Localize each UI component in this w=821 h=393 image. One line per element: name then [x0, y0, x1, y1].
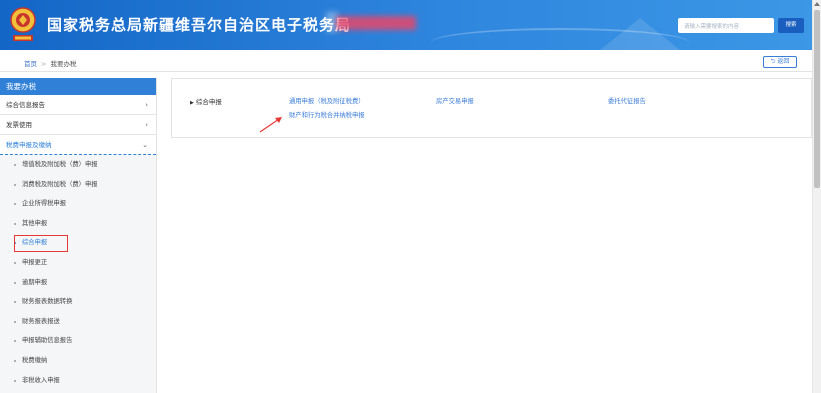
link-entrusted-collection-report[interactable]: 委托代征报告 [608, 96, 646, 105]
bullet-icon [14, 301, 16, 304]
site-title: 国家税务总局新疆维吾尔自治区电子税务局 [47, 16, 352, 34]
sidebar-subitem[interactable]: 申报更正 [0, 252, 156, 273]
chevron-down-icon: ⌄ [142, 141, 148, 149]
sidebar-subitem-label: 财务报表数据转换 [22, 298, 73, 306]
sidebar-subitem-label: 财务报表报送 [22, 317, 60, 325]
breadcrumb-bar: 首页 > 我要办税 [0, 52, 812, 72]
back-button[interactable]: ⮌ 返回 [763, 56, 797, 68]
search-button[interactable]: 搜索 [778, 18, 804, 33]
scrollbar-thumb[interactable] [814, 10, 820, 188]
link-property-behavior-tax[interactable]: 财产和行为税合并纳税申报 [289, 110, 365, 119]
category-label: ▶ 综合申报 [190, 96, 222, 106]
sidebar-subitem-label: 非税收入申报 [22, 376, 60, 384]
bullet-icon [14, 164, 16, 166]
sidebar-subitem-label: 税费缴纳 [22, 356, 48, 364]
sidebar-subitem[interactable]: 逾期申报 [0, 272, 156, 293]
scroll-up-icon[interactable] [814, 2, 820, 6]
sidebar-header: 我要办税 [0, 78, 156, 95]
bullet-icon [14, 183, 16, 186]
sidebar-item-tax-declaration[interactable]: 税费申报及缴纳 ⌄ [0, 135, 156, 155]
bullet-icon [14, 261, 16, 264]
sidebar-item-info-report[interactable]: 综合信息报告 › [0, 95, 156, 115]
sidebar-subitem-label: 企业所得税申报 [22, 200, 67, 208]
tax-emblem-icon [10, 7, 36, 41]
scrollbar[interactable] [812, 0, 821, 393]
sidebar-subitem[interactable]: 消费税及附加税（费）申报 [0, 174, 156, 195]
sidebar-subitem[interactable]: 企业所得税申报 [0, 194, 156, 214]
bullet-icon [14, 281, 16, 284]
sidebar-item-label: 发票使用 [6, 121, 32, 129]
category-text: 综合申报 [195, 98, 222, 106]
back-icon: ⮌ [770, 58, 776, 65]
sidebar-subitem-label: 其他申报 [22, 219, 48, 227]
breadcrumb-current: 我要办税 [50, 60, 77, 68]
sidebar-subitem[interactable]: 财务报表数据转换 [0, 292, 156, 312]
search-input[interactable]: 请输入需要搜索的内容 [678, 18, 774, 33]
sidebar-subitem-label: 逾期申报 [22, 278, 48, 286]
highlight-annotation-box [14, 235, 68, 252]
triangle-right-icon: ▶ [190, 100, 194, 106]
bullet-icon [14, 203, 16, 206]
breadcrumb: 首页 > 我要办税 [24, 58, 76, 68]
link-property-transaction[interactable]: 房产交易申报 [436, 96, 474, 105]
bullet-icon [14, 379, 16, 382]
bullet-icon [14, 340, 16, 343]
bullet-icon [14, 359, 16, 362]
sidebar-subitem-label: 消费税及附加税（费）申报 [22, 180, 98, 188]
header-decoration-mountain [600, 18, 680, 50]
sidebar-subitem[interactable]: 增值税及附加税（费）申报 [0, 155, 156, 175]
back-label: 返回 [777, 58, 790, 65]
header-bar: 国家税务总局新疆维吾尔自治区电子税务局 请输入需要搜索的内容 搜索 [0, 0, 812, 50]
sidebar-item-label: 税费申报及缴纳 [6, 141, 52, 149]
sidebar-subitem[interactable]: 非税收入申报 [0, 370, 156, 391]
sidebar-subitem-label: 申报辅助信息报告 [22, 337, 73, 345]
breadcrumb-separator: > [41, 60, 47, 68]
sidebar-subitem[interactable]: 申报辅助信息报告 [0, 331, 156, 351]
sidebar-subitem[interactable]: 其他申报 [0, 213, 156, 234]
bullet-icon [14, 320, 16, 323]
blurred-user-badge [336, 16, 416, 30]
sidebar-item-label: 综合信息报告 [6, 101, 45, 109]
chevron-right-icon: › [145, 101, 148, 109]
red-arrow-annotation-icon [259, 117, 282, 133]
breadcrumb-home-link[interactable]: 首页 [24, 60, 37, 68]
sidebar-subitem-label: 增值税及附加税（费）申报 [22, 161, 98, 168]
chevron-right-icon: › [145, 121, 148, 129]
link-general-declaration[interactable]: 通用申报（税及附征税费） [289, 96, 365, 105]
bullet-icon [14, 222, 16, 225]
sidebar-item-invoice[interactable]: 发票使用 › [0, 115, 156, 135]
sidebar-subitem[interactable]: 财务报表报送 [0, 311, 156, 332]
sidebar-subitem-label: 申报更正 [22, 258, 48, 266]
sidebar-subitem[interactable]: 税费缴纳 [0, 350, 156, 371]
